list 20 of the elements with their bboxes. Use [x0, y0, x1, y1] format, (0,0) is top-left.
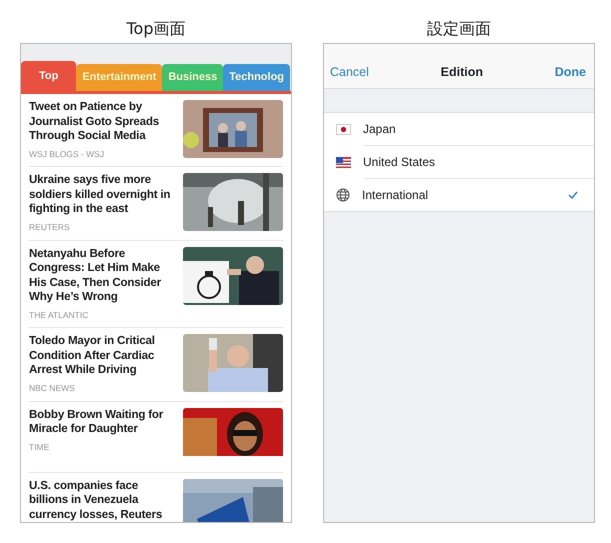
article-headline[interactable]: U.S. companies face billions in Venezuela currency losses, Reuters — [29, 478, 177, 522]
screen-title: Edition — [440, 64, 484, 81]
option-label: United States — [363, 154, 436, 171]
article-source: REUTERS — [29, 220, 71, 234]
screen-caption: 設定画面 — [427, 18, 491, 40]
article-source: TIME — [29, 440, 50, 454]
article-headline[interactable]: Bobby Brown Waiting for Miracle for Daughter — [29, 408, 177, 436]
article-source: NBC NEWS — [29, 382, 76, 394]
article-headline[interactable]: Toledo Mayor in Critical Condition After Cardiac Arrest While Driving — [29, 334, 177, 378]
done-button[interactable]: Done — [554, 62, 586, 82]
article-source: WSJ BLOGS - WSJ — [29, 148, 106, 160]
screen-caption: Top画面 — [126, 18, 186, 40]
option-label: International — [362, 187, 430, 204]
article-headline[interactable]: Tweet on Patience by Journalist Goto Spreads Through Social Media — [29, 100, 177, 144]
article-headline[interactable]: Ukraine says five more soldiers killed overnight in fighting in the east — [29, 173, 177, 217]
category-tab[interactable]: Top — [21, 61, 76, 91]
cancel-button[interactable]: Cancel — [330, 62, 369, 82]
article-source: THE ATLANTIC — [29, 308, 90, 322]
article-headline[interactable]: Netanyahu Before Congress: Let Him Make His Case, Then Consider Why He’s Wrong — [29, 246, 177, 304]
option-label: Japan — [363, 121, 397, 138]
